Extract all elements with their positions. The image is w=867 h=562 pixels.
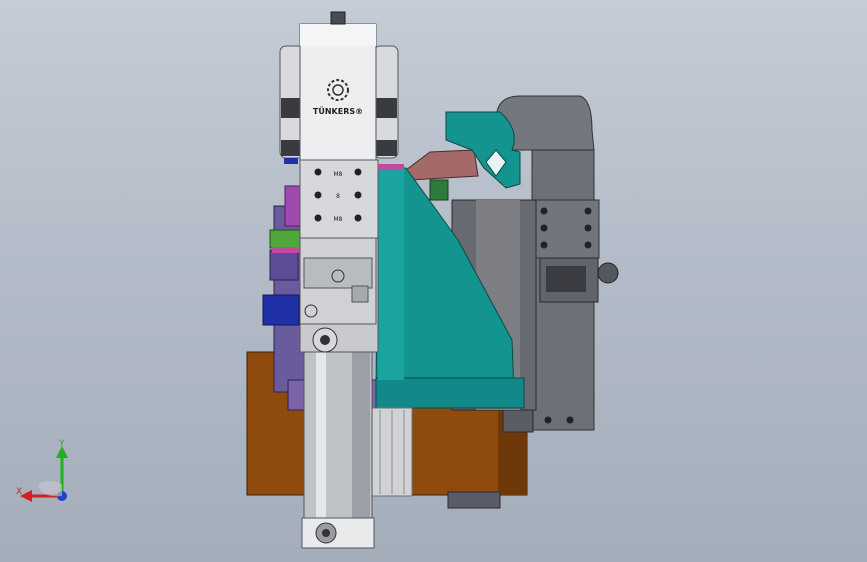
green-ring[interactable]: [269, 229, 301, 249]
bolt-hole: [540, 224, 548, 232]
housing-blue-stripe: [284, 158, 298, 164]
roller-band: [375, 140, 397, 156]
bolt-hole: [584, 224, 592, 232]
center-port-inner: [320, 335, 330, 345]
bolt-hole: [354, 214, 362, 222]
bottom-cylinder-stub[interactable]: [447, 491, 501, 509]
roller-band: [375, 98, 397, 118]
bolt-hole: [540, 241, 548, 249]
purple-plate-mid[interactable]: [269, 249, 299, 281]
bolt-hole: [354, 168, 362, 176]
tube-shade: [352, 352, 370, 520]
hole-label-mid: 8: [336, 193, 340, 200]
bolt-hole: [540, 207, 548, 215]
brand-text: TÜNKERS®: [313, 106, 363, 116]
bolt-hole: [584, 241, 592, 249]
graphics-viewport[interactable]: M8 8 M8 TÜNKERS® X Y: [0, 0, 867, 562]
center-block-window: [303, 257, 373, 289]
bolt-hole: [314, 168, 322, 176]
sensor-window: [546, 266, 586, 292]
green-cylinder[interactable]: [429, 179, 449, 201]
tube-highlight: [316, 352, 326, 520]
hole-label-top: M8: [334, 171, 343, 178]
bolt-hole: [354, 191, 362, 199]
bolt-hole: [584, 207, 592, 215]
orientation-triad[interactable]: X Y: [10, 438, 80, 508]
sensor-knob[interactable]: [597, 262, 619, 284]
pink-arm[interactable]: [405, 149, 479, 181]
triad-plane: [38, 481, 62, 497]
blue-plate[interactable]: [262, 294, 300, 326]
bolt-hole: [544, 416, 552, 424]
y-axis-label: Y: [58, 439, 65, 449]
x-axis-label: X: [16, 487, 22, 497]
housing-top-face: [300, 24, 376, 46]
magenta-strip: [272, 247, 300, 253]
housing-pink-stripe: [378, 164, 404, 170]
bolt-hole: [314, 191, 322, 199]
end-cap-port-inner: [322, 529, 330, 537]
gray-base-right[interactable]: [502, 407, 534, 433]
cad-model[interactable]: M8 8 M8 TÜNKERS®: [0, 0, 867, 562]
bolt-hole: [566, 416, 574, 424]
center-slot: [351, 285, 369, 303]
bolt-hole: [314, 214, 322, 222]
hole-label-bottom: M8: [334, 216, 343, 223]
teal-bracket-base[interactable]: [375, 377, 525, 409]
top-plug[interactable]: [330, 11, 346, 25]
teal-bracket-edge: [378, 170, 404, 380]
cylinder-end-cap[interactable]: [301, 517, 375, 549]
